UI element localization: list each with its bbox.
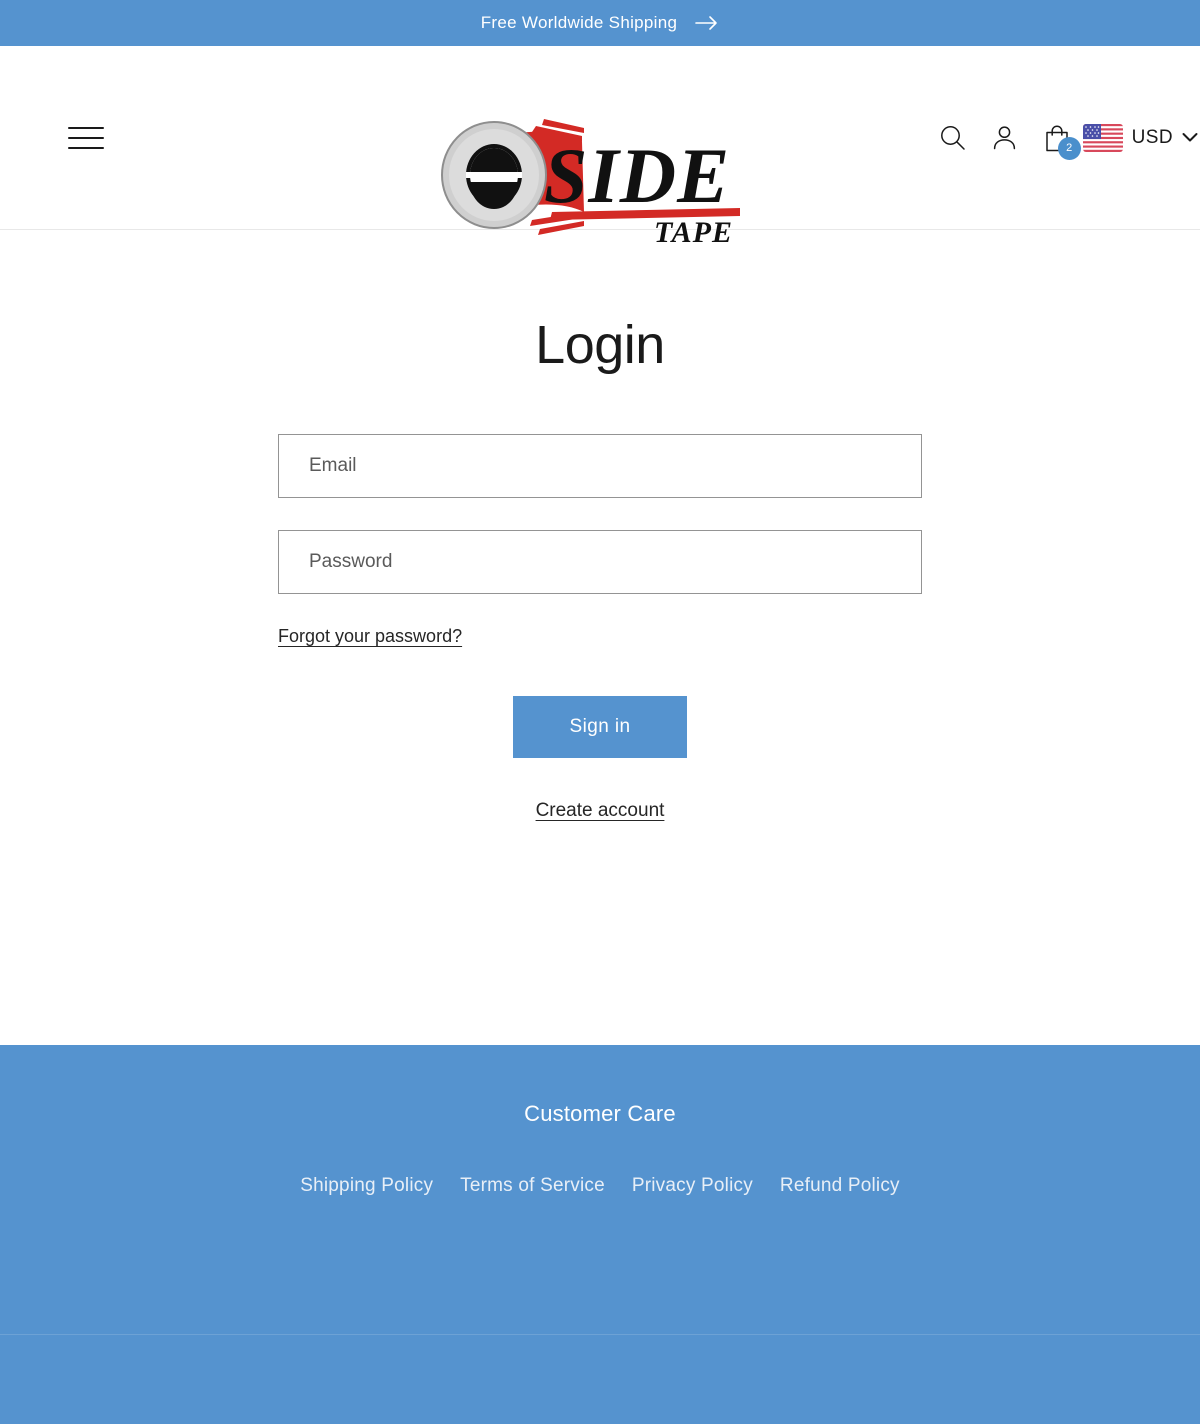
login-page: Login Forgot your password? Sign in Crea…	[0, 230, 1200, 1045]
announcement-bar[interactable]: Free Worldwide Shipping	[0, 0, 1200, 46]
svg-text:TAPE: TAPE	[654, 216, 733, 244]
announcement-text: Free Worldwide Shipping	[480, 13, 678, 32]
footer-divider	[0, 1334, 1200, 1335]
create-account-link[interactable]: Create account	[536, 800, 665, 822]
email-field[interactable]	[278, 434, 922, 498]
footer-link-list: Shipping Policy Terms of Service Privacy…	[0, 1175, 1200, 1197]
footer-link-shipping-policy[interactable]: Shipping Policy	[300, 1175, 433, 1197]
account-icon[interactable]	[979, 112, 1031, 164]
currency-label: USD	[1131, 126, 1173, 148]
hamburger-menu-icon[interactable]	[68, 124, 104, 152]
footer-link-refund-policy[interactable]: Refund Policy	[780, 1175, 900, 1197]
header-actions: 2 USD	[927, 112, 1200, 164]
cart-count-badge: 2	[1057, 136, 1081, 160]
password-field[interactable]	[278, 530, 922, 594]
arrow-right-icon	[695, 15, 719, 31]
sign-in-button[interactable]: Sign in	[513, 696, 687, 758]
login-actions: Sign in Create account	[278, 696, 922, 822]
site-footer: Customer Care Shipping Policy Terms of S…	[0, 1045, 1200, 1424]
footer-heading: Customer Care	[524, 1101, 676, 1126]
search-icon[interactable]	[927, 112, 979, 164]
footer-link-terms-of-service[interactable]: Terms of Service	[460, 1175, 605, 1197]
currency-selector[interactable]: USD	[1082, 123, 1200, 152]
site-header: SIDE TAPE 2 USD	[0, 46, 1200, 249]
us-flag-icon	[1082, 123, 1123, 152]
site-logo[interactable]: SIDE TAPE	[432, 116, 744, 249]
login-form: Forgot your password?	[278, 434, 922, 647]
svg-text:SIDE: SIDE	[544, 132, 730, 219]
shopping-bag-icon[interactable]: 2	[1031, 112, 1083, 164]
forgot-password-link[interactable]: Forgot your password?	[278, 626, 462, 647]
page-title: Login	[535, 315, 665, 375]
footer-link-privacy-policy[interactable]: Privacy Policy	[632, 1175, 753, 1197]
chevron-down-icon	[1182, 132, 1198, 143]
